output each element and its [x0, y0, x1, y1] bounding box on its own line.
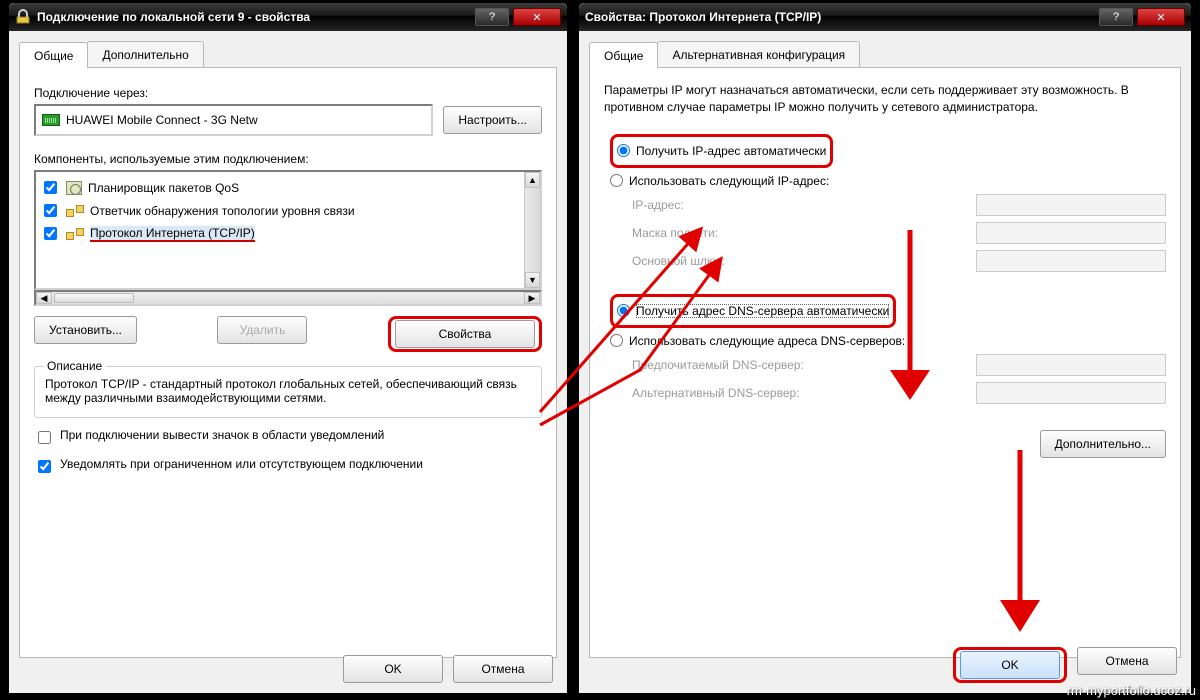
ip-auto-highlight: Получить IP-адрес автоматически [610, 134, 833, 168]
tcpip-properties-dialog: Свойства: Протокол Интернета (TCP/IP) ? … [578, 2, 1192, 694]
horizontal-scrollbar[interactable]: ◀ ▶ [34, 290, 542, 306]
limited-conn-checkbox[interactable] [38, 460, 51, 473]
ok-button[interactable]: OK [343, 655, 443, 683]
dns-alt-label: Альтернативный DNS-сервер: [632, 386, 966, 400]
topology-icon [66, 205, 84, 217]
tabstrip: Общие Дополнительно [19, 41, 557, 68]
components-list[interactable]: Планировщик пакетов QoS Ответчик обнаруж… [34, 170, 542, 290]
scroll-right-icon[interactable]: ▶ [524, 292, 540, 304]
scroll-left-icon[interactable]: ◀ [36, 292, 52, 304]
ip-manual-radio[interactable] [610, 174, 623, 187]
components-label: Компоненты, используемые этим подключени… [34, 152, 542, 166]
dns-manual-label: Использовать следующие адреса DNS-сервер… [629, 334, 905, 348]
configure-button[interactable]: Настроить... [443, 106, 542, 134]
tab-advanced[interactable]: Дополнительно [87, 41, 203, 67]
advanced-button[interactable]: Дополнительно... [1040, 430, 1166, 458]
close-button[interactable]: ✕ [513, 8, 561, 26]
tab-general[interactable]: Общие [19, 42, 88, 68]
item-label: Протокол Интернета (TCP/IP) [90, 226, 255, 242]
window-title: Свойства: Протокол Интернета (TCP/IP) [585, 10, 1095, 24]
item-checkbox[interactable] [44, 204, 57, 217]
vertical-scrollbar[interactable]: ▲ ▼ [524, 172, 540, 288]
limited-conn-label: Уведомлять при ограниченном или отсутств… [60, 457, 423, 471]
gateway-label: Основной шлюз: [632, 254, 966, 268]
dns-auto-highlight: Получить адрес DNS-сервера автоматически [610, 294, 896, 328]
ip-address-input [976, 194, 1166, 216]
list-item[interactable]: Ответчик обнаружения топологии уровня св… [38, 199, 522, 222]
install-button[interactable]: Установить... [34, 316, 137, 344]
uninstall-button: Удалить [217, 316, 307, 344]
item-checkbox[interactable] [44, 227, 57, 240]
ok-button[interactable]: OK [960, 651, 1060, 679]
ip-auto-radio[interactable] [617, 144, 630, 157]
description-group: Описание Протокол TCP/IP - стандартный п… [34, 366, 542, 418]
scroll-thumb[interactable] [54, 293, 134, 303]
cancel-button[interactable]: Отмена [453, 655, 553, 683]
scroll-down-icon[interactable]: ▼ [525, 272, 540, 288]
dns-auto-radio[interactable] [617, 304, 630, 317]
tray-icon-label: При подключении вывести значок в области… [60, 428, 384, 442]
intro-text: Параметры IP могут назначаться автоматич… [604, 82, 1166, 116]
dns-alt-input [976, 382, 1166, 404]
titlebar[interactable]: Свойства: Протокол Интернета (TCP/IP) ? … [579, 3, 1191, 31]
qos-icon [66, 181, 82, 195]
dns-manual-radio[interactable] [610, 334, 623, 347]
help-button[interactable]: ? [475, 8, 509, 26]
close-button[interactable]: ✕ [1137, 8, 1185, 26]
window-title: Подключение по локальной сети 9 - свойст… [37, 10, 471, 24]
subnet-mask-input [976, 222, 1166, 244]
description-caption: Описание [43, 359, 106, 373]
scroll-up-icon[interactable]: ▲ [525, 172, 540, 188]
ip-auto-label: Получить IP-адрес автоматически [636, 144, 826, 158]
subnet-mask-label: Маска подсети: [632, 226, 966, 240]
ip-manual-label: Использовать следующий IP-адрес: [629, 174, 829, 188]
item-label: Планировщик пакетов QoS [88, 181, 239, 195]
titlebar[interactable]: Подключение по локальной сети 9 - свойст… [9, 3, 567, 31]
ok-highlight: OK [953, 647, 1067, 683]
dns-pref-input [976, 354, 1166, 376]
watermark: rm-myportfolio.ucoz.ru [1067, 683, 1196, 698]
adapter-name: HUAWEI Mobile Connect - 3G Netw [66, 113, 258, 127]
item-checkbox[interactable] [44, 181, 57, 194]
cancel-button[interactable]: Отмена [1077, 647, 1177, 675]
list-item-selected[interactable]: Протокол Интернета (TCP/IP) [38, 222, 522, 245]
ip-address-label: IP-адрес: [632, 198, 966, 212]
dns-auto-label: Получить адрес DNS-сервера автоматически [636, 304, 889, 318]
properties-highlight: Свойства [388, 316, 542, 352]
tab-alt-config[interactable]: Альтернативная конфигурация [657, 41, 860, 67]
tray-icon-checkbox[interactable] [38, 431, 51, 444]
tabstrip: Общие Альтернативная конфигурация [589, 41, 1181, 68]
list-item[interactable]: Планировщик пакетов QoS [38, 176, 522, 199]
nic-icon [42, 114, 60, 126]
connection-icon [15, 9, 31, 25]
gateway-input [976, 250, 1166, 272]
item-label: Ответчик обнаружения топологии уровня св… [90, 204, 355, 218]
tcpip-icon [66, 228, 84, 240]
description-text: Протокол TCP/IP - стандартный протокол г… [45, 377, 531, 405]
tab-general[interactable]: Общие [589, 42, 658, 68]
connect-via-label: Подключение через: [34, 86, 542, 100]
help-button[interactable]: ? [1099, 8, 1133, 26]
properties-button[interactable]: Свойства [395, 320, 535, 348]
dns-pref-label: Предпочитаемый DNS-сервер: [632, 358, 966, 372]
adapter-field: HUAWEI Mobile Connect - 3G Netw [34, 104, 433, 136]
lan-properties-dialog: Подключение по локальной сети 9 - свойст… [8, 2, 568, 694]
